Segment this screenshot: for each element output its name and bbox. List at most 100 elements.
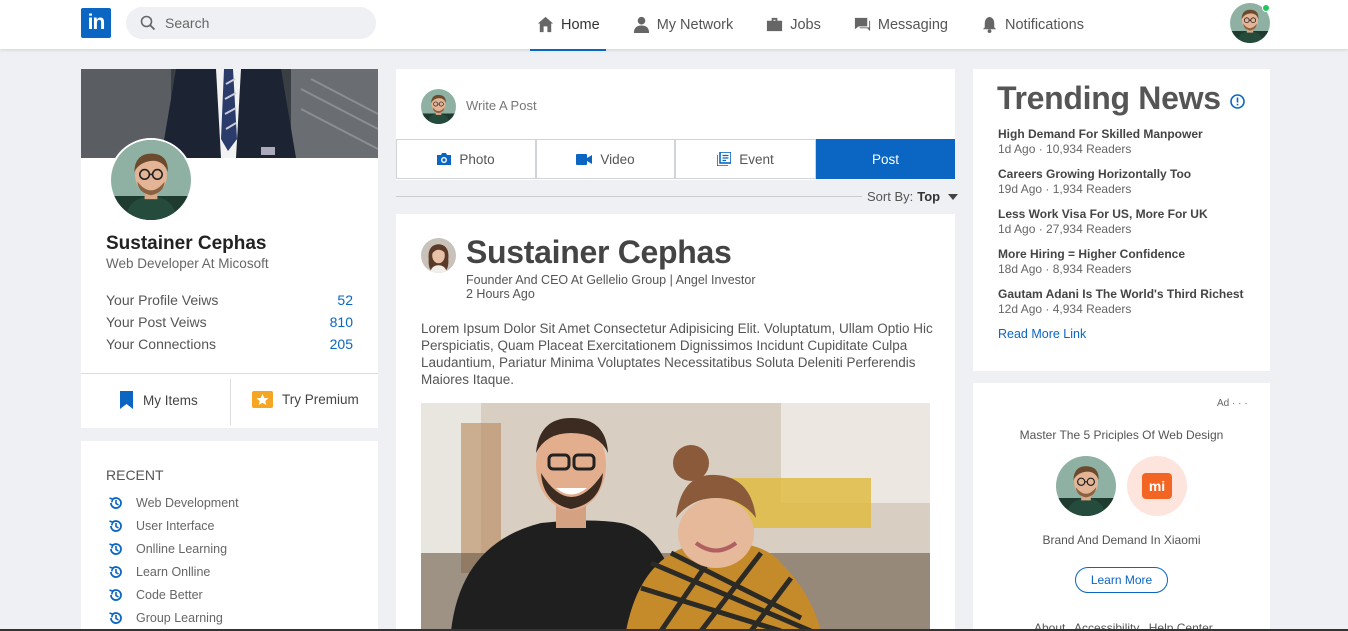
search-box[interactable] [126,7,376,39]
sort-dropdown[interactable]: Sort By: Top [867,189,959,204]
post-author-subtitle: Founder And CEO At Gellelio Group | Ange… [466,273,756,287]
news-item-title[interactable]: Careers Growing Horizontally Too [998,167,1191,181]
news-item-title[interactable]: More Hiring = Higher Confidence [998,247,1185,261]
stat-value: 205 [329,336,353,352]
profile-cover-image [81,69,378,158]
recent-heading: RECENT [106,467,164,483]
profile-photo[interactable] [109,138,193,222]
stat-connections[interactable]: Your Connections 205 [106,336,353,352]
history-icon [109,543,122,555]
search-icon [140,15,156,31]
profile-title: Web Developer At Micosoft [106,256,269,271]
post-image[interactable] [421,403,930,631]
ad-headline: Master The 5 Priciples Of Web Design [1019,428,1224,442]
nav-home[interactable]: Home [530,0,606,51]
divider [396,196,862,197]
post-timestamp: 2 Hours Ago [466,287,535,301]
stat-value: 52 [337,292,353,308]
post-button[interactable]: Post [816,139,955,179]
recent-item[interactable]: Group Learning [108,610,223,626]
nav-my-network[interactable]: My Network [626,0,740,49]
my-items-label: My Items [143,392,198,408]
recent-item[interactable]: User Interface [108,518,215,534]
try-premium-button[interactable]: Try Premium [252,391,359,408]
ad-label[interactable]: Ad · · · [1217,398,1248,409]
post-author-avatar[interactable] [421,238,456,273]
my-items-button[interactable]: My Items [119,391,198,409]
nav-menu: Home My Network Jobs Messaging Notificat… [530,0,1110,51]
stat-label: Your Profile Veiws [106,292,219,308]
recent-item-label: User Interface [136,519,215,533]
recent-item[interactable]: Code Better [108,587,203,603]
nav-home-label: Home [561,16,600,33]
recent-item-label: Code Better [136,588,203,602]
caret-down-icon [948,193,959,200]
history-icon [109,520,122,532]
top-navbar: in Home My Network Jobs Messaging Notifi… [0,0,1348,51]
nav-notifications-label: Notifications [1005,16,1084,33]
try-premium-label: Try Premium [282,392,359,407]
divider [81,373,378,374]
learn-more-button[interactable]: Learn More [1075,567,1168,593]
stat-label: Your Post Veiws [106,314,207,330]
recent-item[interactable]: Learn Onlline [108,564,210,580]
recent-item-label: Learn Onlline [136,565,211,579]
camera-icon [437,153,452,165]
news-item-title[interactable]: High Demand For Skilled Manpower [998,127,1203,141]
stat-label: Your Connections [106,336,217,352]
ad-card [973,383,1270,631]
history-icon [109,612,122,624]
video-button[interactable]: Video [536,139,675,179]
video-camera-icon [576,153,593,165]
nav-notifications[interactable]: Notifications [974,0,1090,49]
history-icon [109,566,122,578]
stat-profile-views[interactable]: Your Profile Veiws 52 [106,292,353,308]
news-item-meta: 18d Ago · 8,934 Readers [998,262,1132,276]
premium-icon [252,391,273,408]
xiaomi-logo: mi [1127,456,1187,516]
news-item-meta: 12d Ago · 4,934 Readers [998,302,1132,316]
recent-item-label: Onlline Learning [136,542,228,556]
chat-icon [854,17,870,32]
photo-button[interactable]: Photo [396,139,536,179]
event-button[interactable]: Event [675,139,816,179]
recent-item[interactable]: Web Development [108,495,239,511]
profile-name[interactable]: Sustainer Cephas [106,233,267,255]
event-icon [717,152,732,166]
photo-label: Photo [459,151,495,167]
sort-label: Sort By: [867,189,914,204]
people-icon [633,16,649,34]
search-input[interactable] [165,15,355,31]
video-label: Video [600,151,635,167]
news-item-title[interactable]: Gautam Adani Is The World's Third Riches… [998,287,1244,301]
linkedin-logo[interactable]: in [81,8,111,38]
recent-item-label: Web Development [136,496,239,510]
nav-my-network-label: My Network [656,16,734,33]
trending-news-title: Trending News [997,80,1221,116]
nav-messaging[interactable]: Messaging [847,0,954,49]
composer-avatar [421,89,456,124]
nav-jobs[interactable]: Jobs [759,0,827,49]
read-more-link[interactable]: Read More Link [998,327,1086,341]
online-status-dot [1262,4,1270,12]
nav-messaging-label: Messaging [877,16,948,33]
recent-item[interactable]: Onlline Learning [108,541,227,557]
sort-value: Top [917,189,941,204]
news-item-meta: 19d Ago · 1,934 Readers [998,182,1132,196]
briefcase-icon [767,17,783,32]
history-icon [109,497,122,509]
divider [230,379,231,425]
post-body-text: Lorem Ipsum Dolor Sit Amet Consectetur A… [421,321,933,387]
post-author-name[interactable]: Sustainer Cephas [466,234,732,271]
write-post-input[interactable]: Write A Post [466,98,537,113]
stat-value: 810 [329,314,353,330]
bookmark-icon [120,391,133,409]
news-item-meta: 1d Ago · 10,934 Readers [998,142,1132,156]
stat-post-views[interactable]: Your Post Veiws 810 [106,314,353,330]
news-item-meta: 1d Ago · 27,934 Readers [998,222,1132,236]
ad-company-text: Brand And Demand In Xiaomi [1042,533,1201,547]
home-icon [537,16,554,33]
info-icon[interactable] [1230,94,1245,109]
nav-jobs-label: Jobs [790,16,821,33]
news-item-title[interactable]: Less Work Visa For US, More For UK [998,207,1208,221]
